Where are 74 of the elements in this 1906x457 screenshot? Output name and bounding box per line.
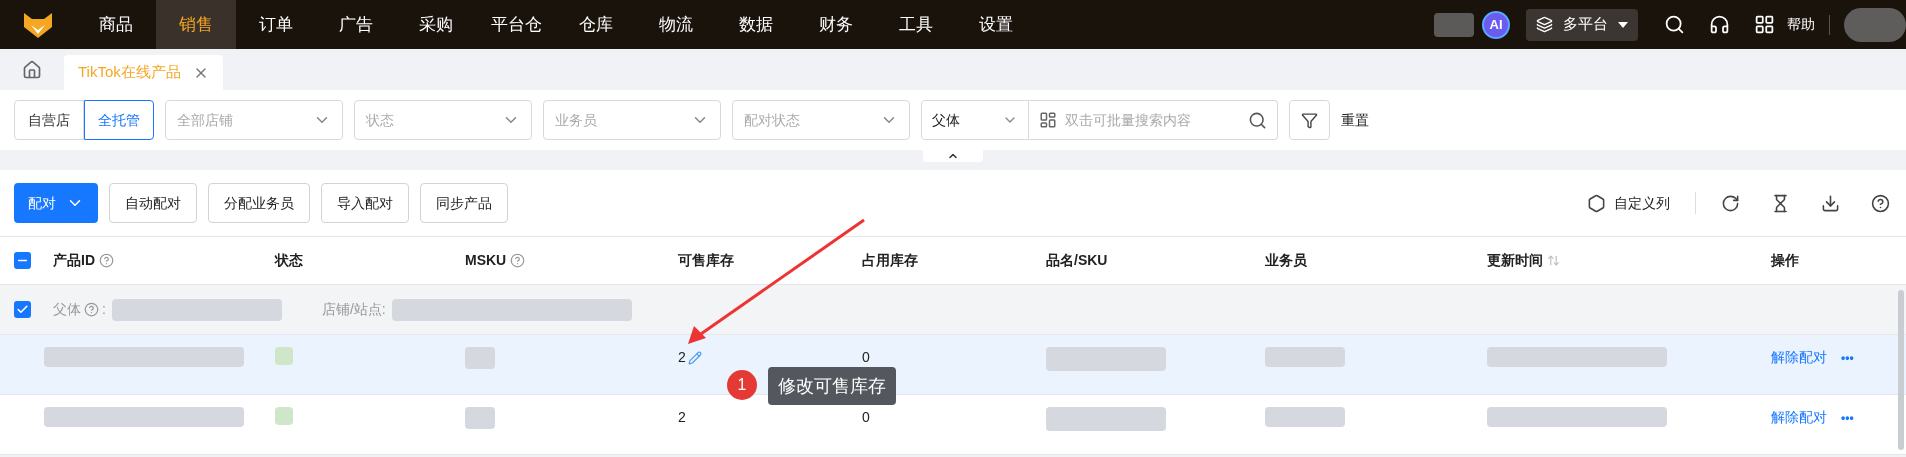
filter-icon <box>1301 111 1318 129</box>
nav-menu-item[interactable]: 工具 <box>876 0 956 49</box>
search-type-select[interactable]: 父体 <box>921 100 1029 140</box>
nav-menu-item[interactable]: 销售 <box>156 0 236 49</box>
colon: : <box>102 300 106 319</box>
column-header: 操作 <box>1771 251 1799 270</box>
stock-value: 2 <box>678 348 686 367</box>
column-header: 占用库存 <box>862 251 918 270</box>
more-button[interactable]: ••• <box>1841 408 1854 427</box>
unpair-link[interactable]: 解除配对 <box>1771 407 1827 428</box>
blurred-text <box>1434 12 1474 37</box>
platform-select[interactable]: 多平台 <box>1526 8 1638 41</box>
action-button[interactable]: 导入配对 <box>321 183 409 223</box>
nav-menu-item[interactable]: 采购 <box>396 0 476 49</box>
hourglass-icon[interactable] <box>1771 193 1790 213</box>
scrollbar[interactable] <box>1898 290 1904 450</box>
checkbox[interactable] <box>14 252 31 269</box>
nav-menu-item[interactable]: 广告 <box>316 0 396 49</box>
occupied-stock-value: 0 <box>862 409 870 425</box>
checkbox[interactable] <box>14 301 31 318</box>
more-button[interactable]: ••• <box>1841 348 1854 367</box>
action-button[interactable]: 分配业务员 <box>208 183 310 223</box>
ai-badge[interactable]: AI <box>1482 10 1510 39</box>
action-button[interactable]: 自动配对 <box>109 183 197 223</box>
nav-menu-item[interactable]: 物流 <box>636 0 716 49</box>
custom-columns-button[interactable]: 自定义列 <box>1587 192 1670 214</box>
caret-icon <box>1618 21 1628 28</box>
avatar[interactable] <box>1844 7 1906 42</box>
download-icon[interactable] <box>1821 193 1840 213</box>
column-header: MSKU <box>465 251 507 270</box>
nav-menu-item[interactable]: 平台仓 <box>476 0 556 49</box>
hexagon-icon <box>1587 193 1606 213</box>
search-icon <box>1248 110 1267 130</box>
collapse-handle[interactable] <box>923 150 983 162</box>
column-header: 状态 <box>275 251 303 270</box>
headset-icon[interactable] <box>1709 14 1730 35</box>
column-header: 业务员 <box>1265 251 1307 270</box>
tooltip: 修改可售库存 <box>768 367 896 405</box>
check-icon <box>16 303 29 316</box>
blurred-text <box>465 407 495 429</box>
blurred-text <box>275 407 293 425</box>
blurred-text <box>275 347 293 365</box>
column-header: 可售库存 <box>678 251 734 270</box>
stock-value: 2 <box>678 408 686 427</box>
apps-grid-icon[interactable] <box>1754 14 1775 35</box>
nav-menu-item[interactable]: 仓库 <box>556 0 636 49</box>
help-link[interactable]: 帮助 <box>1787 14 1815 35</box>
occupied-stock-value: 0 <box>862 349 870 365</box>
nav-menu-item[interactable]: 设置 <box>956 0 1036 49</box>
nav-menu-item[interactable]: 数据 <box>716 0 796 49</box>
nav-menu-item[interactable]: 订单 <box>236 0 316 49</box>
grid-icon <box>1039 111 1057 129</box>
store-label: 店铺/站点: <box>321 300 386 319</box>
pair-dropdown-button[interactable]: 配对 <box>14 183 98 223</box>
help-icon[interactable] <box>1871 193 1890 213</box>
filter-button[interactable] <box>1289 100 1330 140</box>
edit-icon[interactable] <box>687 350 702 365</box>
refresh-icon[interactable] <box>1721 193 1740 213</box>
nav-menu-item[interactable]: 财务 <box>796 0 876 49</box>
home-icon[interactable] <box>22 59 42 80</box>
column-header: 更新时间 <box>1487 251 1543 270</box>
column-header: 品名/SKU <box>1046 251 1108 270</box>
unpair-link[interactable]: 解除配对 <box>1771 347 1827 368</box>
reset-link[interactable]: 重置 <box>1341 109 1369 131</box>
fox-logo-icon <box>23 10 53 39</box>
segment-button[interactable]: 自营店 <box>14 100 84 140</box>
action-button[interactable]: 同步产品 <box>420 183 508 223</box>
segment-button[interactable]: 全托管 <box>84 100 154 140</box>
layers-icon <box>1536 16 1553 33</box>
parent-label: 父体 <box>53 300 81 319</box>
blurred-text <box>465 347 495 369</box>
column-header: 产品ID <box>53 251 95 270</box>
search-icon[interactable] <box>1664 14 1685 35</box>
nav-menu-item[interactable]: 商品 <box>76 0 156 49</box>
